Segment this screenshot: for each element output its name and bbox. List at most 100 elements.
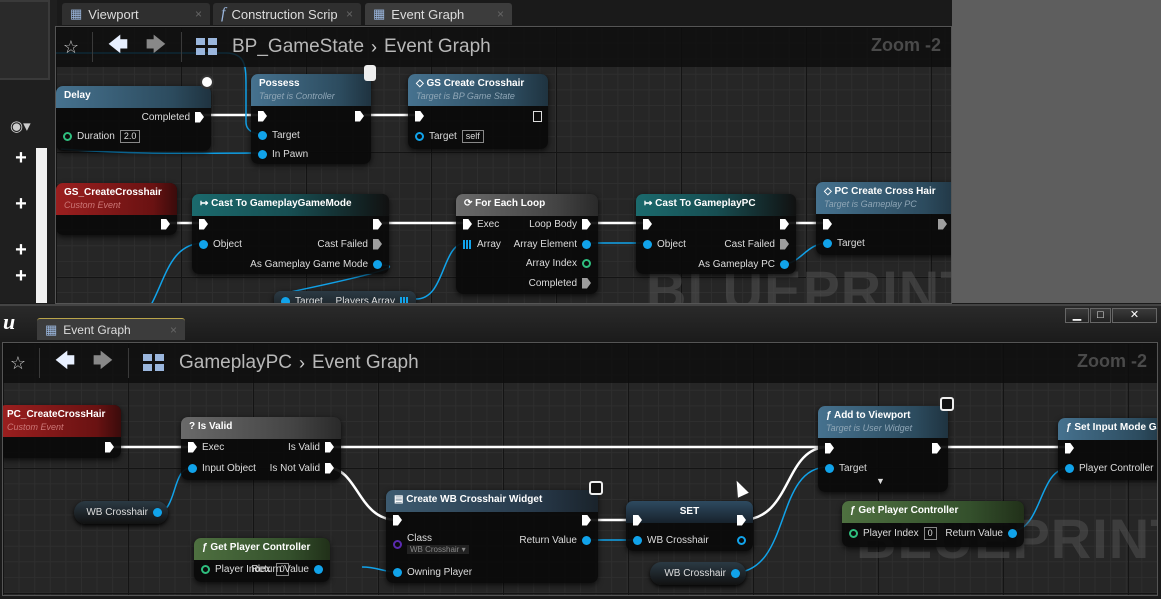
- add-button[interactable]: +: [12, 148, 30, 168]
- target-pin[interactable]: [415, 131, 424, 141]
- is-not-valid-pin[interactable]: [325, 462, 334, 474]
- back-arrow-icon[interactable]: 🡄: [99, 30, 137, 64]
- tab-viewport[interactable]: ▦ Viewport ×: [62, 3, 210, 25]
- favorite-star-icon[interactable]: ☆: [3, 353, 33, 374]
- player-controller-pin[interactable]: [1065, 463, 1074, 473]
- exec-in-pin[interactable]: [643, 218, 652, 230]
- as-gameplay-pc-pin[interactable]: [780, 259, 789, 269]
- class-dropdown[interactable]: WB Crosshair ▾: [407, 545, 469, 554]
- node-custom-event-gs-create-crosshair[interactable]: GS_CreateCrosshair Custom Event: [56, 183, 177, 235]
- forward-arrow-icon[interactable]: 🡆: [137, 30, 175, 64]
- expand-arrow-icon[interactable]: ▼: [876, 476, 885, 486]
- close-icon[interactable]: ×: [195, 7, 202, 21]
- node-get-players-array[interactable]: Target Players Array: [274, 291, 416, 303]
- target-pin[interactable]: [258, 130, 267, 140]
- breadcrumb-blueprint[interactable]: GameplayPC: [179, 352, 292, 374]
- duration-field[interactable]: 2.0: [119, 129, 141, 143]
- wb-crosshair-in-pin[interactable]: [633, 535, 642, 545]
- add-button[interactable]: +: [12, 194, 30, 214]
- close-icon[interactable]: ×: [170, 323, 177, 337]
- player-index-pin[interactable]: [201, 564, 210, 574]
- tab-event-graph[interactable]: ▦ Event Graph ×: [365, 3, 512, 25]
- close-icon[interactable]: ×: [346, 7, 353, 21]
- exec-out-pin[interactable]: [938, 218, 947, 230]
- exec-out-pin[interactable]: [373, 218, 382, 230]
- eye-icon[interactable]: ◉▾: [10, 117, 31, 135]
- return-value-pin[interactable]: [1008, 528, 1017, 538]
- exec-in-pin[interactable]: [258, 110, 267, 122]
- close-icon[interactable]: ×: [497, 7, 504, 21]
- back-arrow-icon[interactable]: 🡄: [46, 346, 84, 380]
- exec-out-pin[interactable]: [932, 442, 941, 454]
- minimize-button[interactable]: ▁: [1065, 308, 1089, 323]
- duration-pin[interactable]: [63, 131, 72, 141]
- completed-pin[interactable]: [582, 277, 591, 289]
- exec-out-pin[interactable]: [105, 441, 114, 453]
- exec-out-pin[interactable]: [582, 514, 591, 526]
- player-index-pin[interactable]: [849, 528, 858, 538]
- breadcrumb-blueprint[interactable]: BP_GameState: [232, 36, 364, 58]
- is-valid-pin[interactable]: [325, 441, 334, 453]
- players-array-pin[interactable]: [400, 296, 409, 303]
- object-pin[interactable]: [643, 239, 652, 249]
- in-pawn-pin[interactable]: [258, 149, 267, 159]
- close-button[interactable]: ✕: [1112, 308, 1157, 323]
- exec-in-pin[interactable]: [415, 110, 424, 122]
- exec-in-pin[interactable]: [199, 218, 208, 230]
- return-value-pin[interactable]: [314, 564, 323, 574]
- exec-out-pin[interactable]: [161, 218, 170, 230]
- node-pc-create-cross-hair[interactable]: ◇ PC Create Cross Hair Target is Gameplay…: [816, 182, 951, 255]
- target-pin[interactable]: [281, 296, 290, 303]
- tab-event-graph-bottom[interactable]: ▦ Event Graph ×: [37, 318, 185, 340]
- node-add-to-viewport[interactable]: ƒ Add to Viewport Target is User Widget T…: [818, 406, 948, 492]
- cast-failed-pin[interactable]: [780, 238, 789, 250]
- maximize-button[interactable]: □: [1090, 308, 1111, 323]
- wb-crosshair-pin[interactable]: [731, 569, 740, 578]
- exec-in-pin[interactable]: [188, 441, 197, 453]
- exec-in-pin[interactable]: [825, 442, 834, 454]
- exec-out-pin[interactable]: [533, 110, 542, 122]
- breadcrumb-graph[interactable]: Event Graph: [312, 352, 419, 374]
- exec-out-pin[interactable]: [737, 514, 746, 526]
- bottom-graph-canvas[interactable]: ☆ 🡄 🡆 GameplayPC › Event Graph Zoom -2 B…: [2, 342, 1158, 596]
- exec-out-pin[interactable]: [780, 218, 789, 230]
- node-get-wb-crosshair[interactable]: WB Crosshair: [74, 501, 168, 524]
- exec-in-pin[interactable]: [1065, 442, 1074, 454]
- exec-in-pin[interactable]: [393, 514, 402, 526]
- top-graph-canvas[interactable]: ☆ 🡄 🡆 BP_GameState › Event Graph Zoom -2…: [55, 26, 952, 304]
- node-delay[interactable]: Delay Completed Duration 2.0: [56, 86, 211, 151]
- wb-crosshair-out-pin[interactable]: [737, 535, 746, 545]
- exec-in-pin[interactable]: [823, 218, 832, 230]
- node-set-input-mode[interactable]: ƒ Set Input Mode Ga Player Controller: [1058, 418, 1157, 480]
- node-possess[interactable]: Possess Target is Controller Target In Pa…: [251, 74, 371, 164]
- input-object-pin[interactable]: [188, 463, 197, 473]
- target-pin[interactable]: [823, 238, 832, 248]
- loop-body-pin[interactable]: [582, 218, 591, 230]
- node-gs-create-crosshair[interactable]: ◇ GS Create Crosshair Target is BP Game S…: [408, 74, 548, 149]
- forward-arrow-icon[interactable]: 🡆: [84, 346, 122, 380]
- owning-player-pin[interactable]: [393, 567, 402, 577]
- favorite-star-icon[interactable]: ☆: [56, 37, 86, 58]
- node-get-player-controller[interactable]: ƒ Get Player Controller Player Index 0 Re…: [194, 538, 330, 582]
- tab-construction-script[interactable]: f Construction Scrip ×: [213, 3, 361, 25]
- object-pin[interactable]: [199, 239, 208, 249]
- wb-crosshair-pin[interactable]: [153, 508, 162, 517]
- array-pin[interactable]: [463, 239, 472, 249]
- node-is-valid[interactable]: ? Is Valid Exec Input Object Is Valid Is…: [181, 417, 341, 480]
- node-set-wb-crosshair[interactable]: SET WB Crosshair: [626, 501, 753, 551]
- target-pin[interactable]: [825, 463, 834, 473]
- node-cast-to-gameplay-game-mode[interactable]: ↦ Cast To GameplayGameMode Object Cast F…: [192, 194, 389, 274]
- scrollbar[interactable]: [36, 148, 47, 303]
- exec-in-pin[interactable]: [463, 218, 472, 230]
- add-button[interactable]: +: [12, 240, 30, 260]
- player-index-field[interactable]: 0: [923, 526, 937, 540]
- add-button[interactable]: +: [12, 266, 30, 286]
- exec-out-pin[interactable]: [195, 111, 204, 123]
- cast-failed-pin[interactable]: [373, 238, 382, 250]
- array-index-pin[interactable]: [582, 258, 591, 268]
- as-game-mode-pin[interactable]: [373, 259, 382, 269]
- node-create-widget[interactable]: ▤ Create WB Crosshair Widget Class WB Cro…: [386, 490, 598, 583]
- class-pin[interactable]: [393, 540, 402, 549]
- node-get-wb-crosshair[interactable]: WB Crosshair: [650, 562, 746, 585]
- node-cast-to-gameplay-pc[interactable]: ↦ Cast To GameplayPC Object Cast Failed …: [636, 194, 796, 274]
